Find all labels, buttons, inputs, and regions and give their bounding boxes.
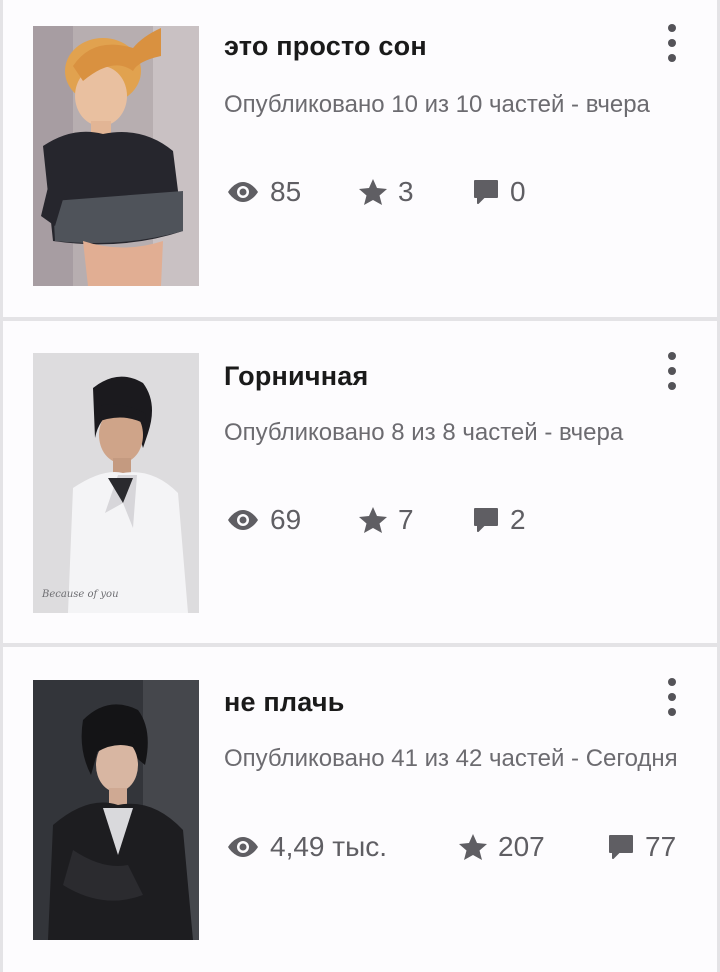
card-edge [0, 647, 3, 972]
star-icon [359, 507, 387, 533]
card-edge [0, 321, 3, 643]
more-vertical-icon-dot [668, 708, 676, 716]
votes-stat: 3 [358, 176, 414, 208]
comments-stat: 2 [472, 504, 526, 536]
comment-icon [609, 835, 633, 859]
story-published-info: Опубликовано 10 из 10 частей - вчера [224, 91, 650, 118]
star-icon [359, 179, 387, 205]
comment-icon [474, 180, 498, 204]
views-stat: 4,49 тыс. [226, 831, 387, 863]
more-options-button[interactable] [662, 24, 682, 62]
star-icon [459, 834, 487, 860]
more-vertical-icon-dot [668, 54, 676, 62]
views-count: 69 [270, 504, 302, 535]
views-stat: 69 [226, 504, 301, 536]
more-vertical-icon-dot [668, 382, 676, 390]
more-vertical-icon [668, 678, 676, 686]
story-card[interactable]: это просто сон Опубликовано 10 из 10 час… [0, 0, 720, 317]
cover-caption: Because of you [42, 589, 119, 600]
votes-stat: 207 [458, 831, 545, 863]
comments-count: 2 [510, 504, 526, 535]
votes-count: 7 [398, 504, 414, 535]
more-options-button[interactable] [662, 678, 682, 716]
more-vertical-icon-dot [668, 693, 676, 701]
more-options-button[interactable] [662, 352, 682, 390]
more-vertical-icon [668, 352, 676, 360]
views-count: 85 [270, 176, 302, 207]
story-card[interactable]: не плачь Опубликовано 41 из 42 частей - … [0, 647, 720, 972]
story-title[interactable]: это просто сон [224, 31, 427, 62]
comments-count: 0 [510, 176, 526, 207]
views-stat: 85 [226, 176, 301, 208]
story-card[interactable]: Because of you Горничная Опубликовано 8 … [0, 321, 720, 643]
views-count: 4,49 тыс. [270, 831, 388, 862]
votes-count: 3 [398, 176, 414, 207]
story-published-info: Опубликовано 8 из 8 частей - вчера [224, 419, 624, 446]
eye-icon [228, 182, 258, 202]
votes-count: 207 [498, 831, 545, 862]
story-cover[interactable]: Because of you [33, 353, 199, 613]
story-title[interactable]: Горничная [224, 361, 368, 392]
card-edge [0, 0, 3, 317]
comments-stat: 77 [607, 831, 676, 863]
more-vertical-icon [668, 24, 676, 32]
comment-icon [474, 508, 498, 532]
more-vertical-icon-dot [668, 39, 676, 47]
story-title[interactable]: не плачь [224, 687, 345, 718]
comments-stat: 0 [472, 176, 526, 208]
votes-stat: 7 [358, 504, 414, 536]
story-cover[interactable] [33, 26, 199, 286]
more-vertical-icon-dot [668, 367, 676, 375]
comments-count: 77 [645, 831, 677, 862]
eye-icon [228, 510, 258, 530]
story-cover[interactable] [33, 680, 199, 940]
eye-icon [228, 837, 258, 857]
story-published-info: Опубликовано 41 из 42 частей - Сегодня [224, 745, 678, 772]
